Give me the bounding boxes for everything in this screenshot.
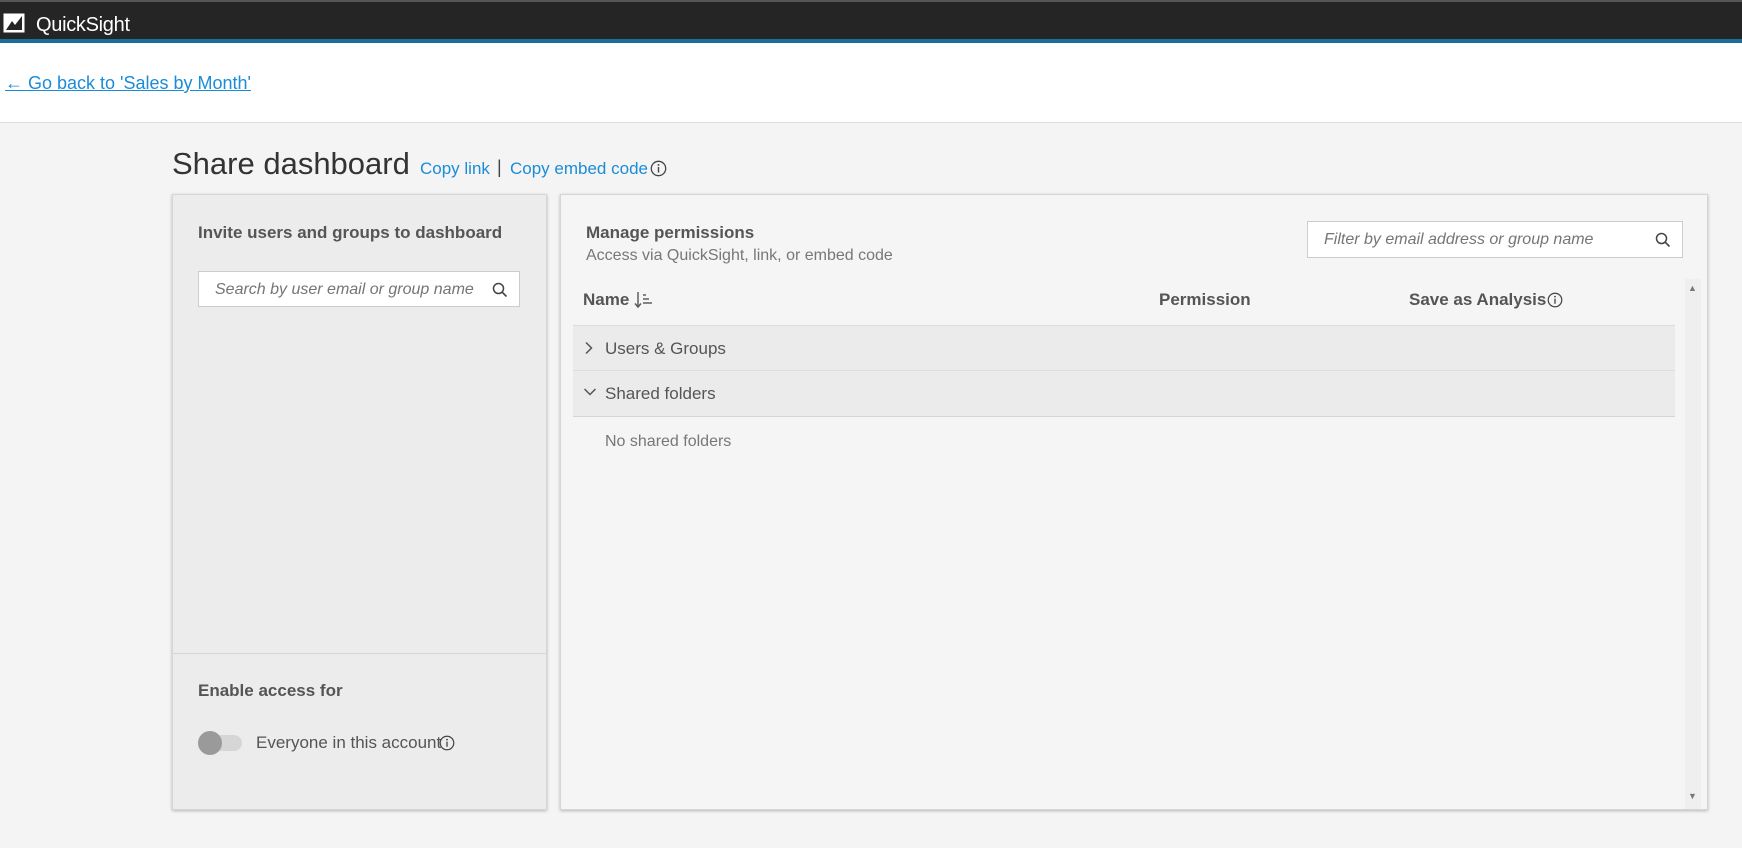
scroll-down-icon[interactable]: ▼ bbox=[1688, 791, 1697, 801]
app-title[interactable]: QuickSight bbox=[36, 14, 130, 37]
back-navigation-bar: ← Go back to 'Sales by Month' bbox=[0, 43, 1742, 123]
user-search-box[interactable] bbox=[198, 271, 520, 307]
scroll-up-icon[interactable]: ▲ bbox=[1688, 283, 1697, 293]
empty-state-text: No shared folders bbox=[605, 433, 732, 450]
copy-link-button[interactable]: Copy link bbox=[420, 159, 490, 179]
permission-filter-input[interactable] bbox=[1322, 230, 1646, 250]
chevron-down-icon[interactable] bbox=[583, 386, 597, 398]
column-header-permission: Permission bbox=[1159, 290, 1251, 309]
everyone-access-toggle[interactable] bbox=[198, 731, 242, 755]
link-separator: | bbox=[497, 157, 502, 177]
enable-access-title: Enable access for bbox=[198, 681, 343, 700]
manage-permissions-title: Manage permissions bbox=[586, 223, 755, 242]
users-groups-label: Users & Groups bbox=[605, 339, 726, 358]
column-header-name[interactable]: Name bbox=[583, 290, 629, 310]
users-groups-row[interactable]: Users & Groups bbox=[573, 325, 1675, 371]
column-header-save-as-analysis: Save as Analysis bbox=[1409, 290, 1547, 309]
shared-folders-label: Shared folders bbox=[605, 384, 716, 403]
scrollbar[interactable] bbox=[1685, 279, 1701, 809]
shared-folders-row[interactable]: Shared folders bbox=[573, 371, 1675, 417]
user-search-input[interactable] bbox=[213, 280, 487, 300]
top-navigation-bar: QuickSight bbox=[0, 0, 1742, 43]
info-icon[interactable] bbox=[439, 735, 455, 751]
everyone-access-label: Everyone in this account bbox=[256, 733, 442, 752]
invite-title: Invite users and groups to dashboard bbox=[198, 223, 503, 242]
copy-embed-code-button[interactable]: Copy embed code bbox=[510, 159, 648, 179]
permission-filter-box[interactable] bbox=[1307, 221, 1683, 258]
search-icon[interactable] bbox=[1655, 232, 1671, 248]
invite-panel: Invite users and groups to dashboard Ena… bbox=[172, 194, 547, 810]
panel-divider bbox=[173, 653, 546, 654]
toggle-knob bbox=[198, 731, 222, 755]
search-icon[interactable] bbox=[492, 282, 508, 298]
back-link[interactable]: ← Go back to 'Sales by Month' bbox=[5, 73, 251, 94]
manage-permissions-panel: Manage permissions Access via QuickSight… bbox=[560, 194, 1708, 810]
chevron-right-icon[interactable] bbox=[583, 341, 595, 355]
info-icon[interactable] bbox=[1547, 292, 1563, 308]
manage-permissions-subtitle: Access via QuickSight, link, or embed co… bbox=[586, 247, 893, 264]
info-icon[interactable] bbox=[650, 160, 667, 177]
quicksight-logo-icon bbox=[3, 13, 25, 33]
page-title: Share dashboard bbox=[172, 146, 410, 181]
sort-icon[interactable] bbox=[634, 291, 654, 309]
